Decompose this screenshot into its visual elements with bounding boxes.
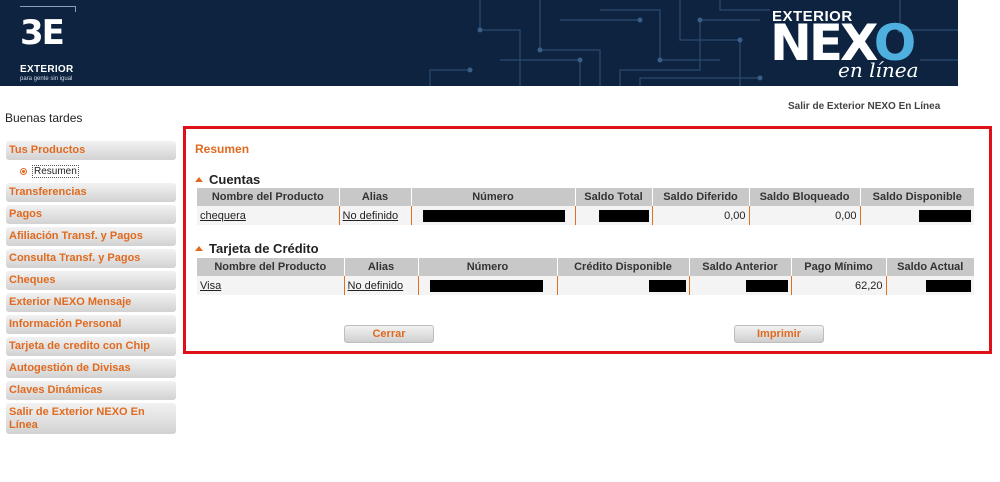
bank-logo-tagline: para gente sin igual	[20, 76, 73, 82]
sidebar-item-divisas[interactable]: Autogestión de Divisas	[6, 359, 176, 378]
saldo-anterior-cell	[689, 276, 792, 295]
col-header: Alias	[344, 258, 419, 276]
col-header: Pago Mínimo	[791, 258, 887, 276]
radio-bullet-icon	[20, 167, 27, 175]
col-header: Saldo Total	[575, 188, 653, 206]
table-header-row: Nombre del Producto Alias Número Saldo T…	[197, 188, 974, 206]
saldo-actual-cell	[886, 276, 974, 295]
print-button[interactable]: Imprimir	[734, 325, 824, 343]
redacted-block	[745, 279, 788, 292]
tarjeta-table: Nombre del Producto Alias Número Crédito…	[197, 258, 974, 295]
col-header: Saldo Bloqueado	[749, 188, 861, 206]
col-header: Nombre del Producto	[197, 188, 340, 206]
panel-title: Resumen	[195, 142, 250, 156]
alias-cell: No definido	[344, 276, 419, 295]
bank-logo[interactable]: 3E EXTERIOR para gente sin igual	[16, 8, 76, 84]
close-button[interactable]: Cerrar	[344, 325, 434, 343]
redacted-block	[598, 209, 649, 222]
col-header: Saldo Actual	[886, 258, 974, 276]
saldo-total-cell	[575, 206, 653, 225]
numero-cell	[418, 276, 558, 295]
section-title-cuentas: Cuentas	[195, 172, 260, 187]
product-link[interactable]: chequera	[200, 210, 246, 222]
col-header: Alias	[339, 188, 412, 206]
section-title-tarjeta: Tarjeta de Crédito	[195, 241, 319, 256]
col-header: Saldo Disponible	[860, 188, 974, 206]
sidebar-item-afiliacion[interactable]: Afiliación Transf. y Pagos	[6, 227, 176, 246]
saldo-diferido-cell: 0,00	[652, 206, 750, 225]
table-row: Visa No definido 62,20	[197, 276, 974, 295]
credito-disponible-cell	[557, 276, 690, 295]
cuentas-table: Nombre del Producto Alias Número Saldo T…	[197, 188, 974, 225]
logout-link[interactable]: Salir de Exterior NEXO En Línea	[788, 101, 940, 112]
pago-minimo-cell: 62,20	[791, 276, 887, 295]
sidebar-item-claves[interactable]: Claves Dinámicas	[6, 381, 176, 400]
sidebar-subitem-resumen[interactable]: Resumen	[6, 162, 176, 180]
section-marker-icon	[195, 177, 203, 182]
col-header: Número	[418, 258, 558, 276]
numero-cell	[411, 206, 576, 225]
table-row: chequera No definido 0,00 0,00	[197, 206, 974, 225]
col-header: Nombre del Producto	[197, 258, 345, 276]
sidebar-item-transferencias[interactable]: Transferencias	[6, 183, 176, 202]
sidebar-item-salir[interactable]: Salir de Exterior NEXO En Línea	[6, 403, 176, 434]
sidebar-item-nexo-mensaje[interactable]: Exterior NEXO Mensaje	[6, 293, 176, 312]
greeting-text: Buenas tardes	[5, 111, 83, 125]
section-title-tarjeta-label: Tarjeta de Crédito	[209, 241, 319, 256]
alias-cell: No definido	[339, 206, 412, 225]
sidebar-item-pagos[interactable]: Pagos	[6, 205, 176, 224]
alias-link[interactable]: No definido	[348, 280, 404, 292]
redacted-block	[919, 209, 971, 222]
summary-panel: Resumen Cuentas Nombre del Producto Alia…	[183, 126, 992, 354]
saldo-disponible-cell	[860, 206, 974, 225]
nexo-brand-sub: en línea	[838, 58, 919, 82]
product-cell: chequera	[197, 206, 340, 225]
col-header: Saldo Diferido	[652, 188, 750, 206]
product-cell: Visa	[197, 276, 345, 295]
col-header: Crédito Disponible	[557, 258, 690, 276]
sidebar-item-tus-productos[interactable]: Tus Productos	[6, 141, 176, 160]
col-header: Saldo Anterior	[689, 258, 792, 276]
header-banner: 3E EXTERIOR para gente sin igual EXTERIO…	[0, 0, 958, 86]
sidebar-item-tarjeta-chip[interactable]: Tarjeta de credito con Chip	[6, 337, 176, 356]
saldo-bloqueado-cell: 0,00	[749, 206, 861, 225]
sidebar-item-informacion-personal[interactable]: Información Personal	[6, 315, 176, 334]
bank-logo-name: EXTERIOR	[20, 64, 74, 75]
redacted-block	[648, 279, 686, 292]
sidebar-item-cheques[interactable]: Cheques	[6, 271, 176, 290]
col-header: Número	[411, 188, 576, 206]
redacted-block	[422, 209, 565, 222]
bank-logo-mark: 3E	[20, 13, 65, 53]
section-title-cuentas-label: Cuentas	[209, 172, 261, 187]
redacted-block	[926, 279, 971, 292]
sidebar-subitem-label: Resumen	[32, 164, 79, 178]
section-marker-icon	[195, 246, 203, 251]
table-header-row: Nombre del Producto Alias Número Crédito…	[197, 258, 974, 276]
sidebar-item-consulta[interactable]: Consulta Transf. y Pagos	[6, 249, 176, 268]
alias-link[interactable]: No definido	[343, 210, 399, 222]
redacted-block	[429, 279, 543, 292]
sidebar-nav: Tus Productos Resumen Transferencias Pag…	[6, 141, 176, 437]
product-link[interactable]: Visa	[200, 280, 221, 292]
